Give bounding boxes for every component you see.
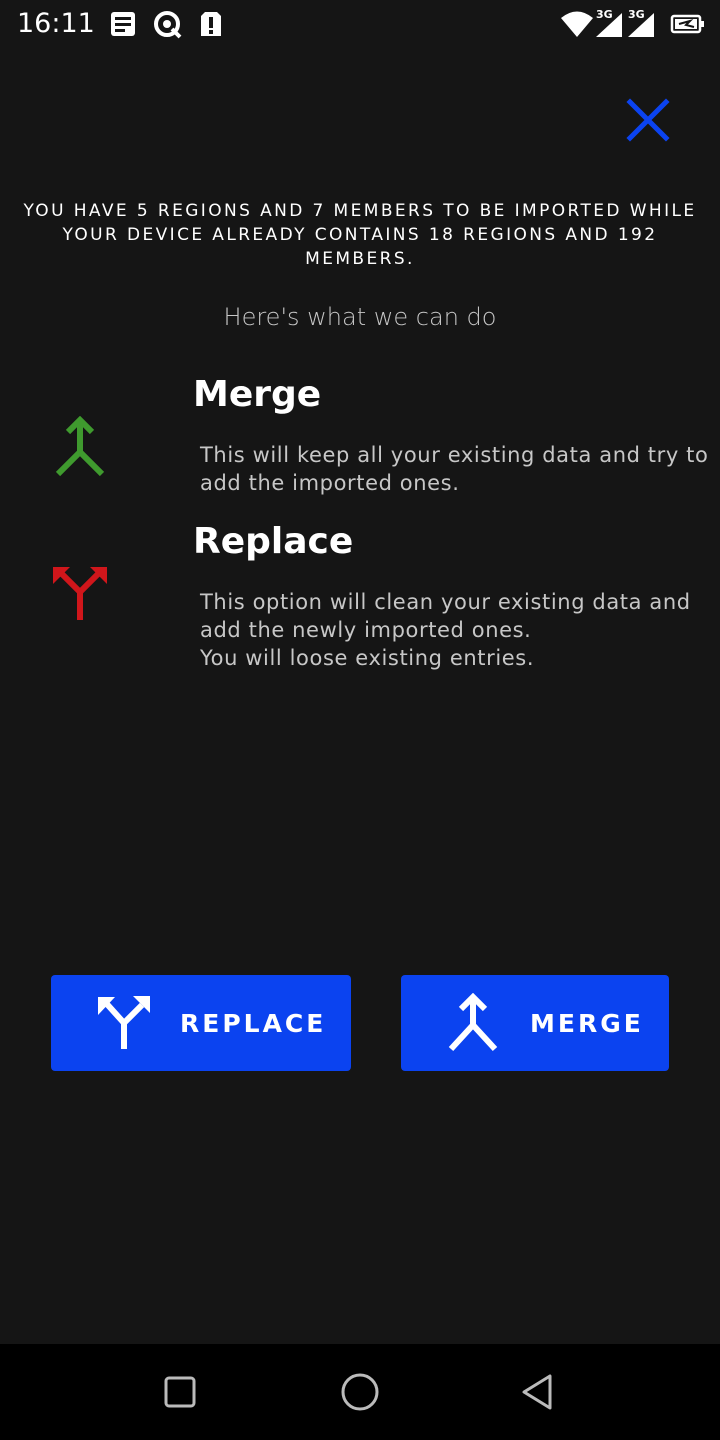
merge-description: This will keep all your existing data an… — [200, 443, 709, 495]
merge-icon — [55, 416, 105, 477]
split-icon — [53, 567, 107, 620]
alert-icon — [201, 12, 221, 36]
replace-description: This option will clean your existing dat… — [200, 590, 691, 670]
merge-title: Merge — [193, 374, 322, 415]
split-icon — [98, 996, 150, 1049]
merge-button-label: MERGE — [530, 1009, 644, 1038]
replace-title: Replace — [193, 521, 354, 562]
status-time: 16:11 — [17, 8, 95, 39]
home-circle-icon[interactable] — [336, 1368, 384, 1416]
subtitle: Here's what we can do — [223, 303, 497, 331]
recents-square-icon[interactable] — [156, 1368, 204, 1416]
import-summary: YOU HAVE 5 REGIONS AND 7 MEMBERS TO BE I… — [23, 201, 697, 269]
battery-icon — [670, 14, 704, 34]
replace-button[interactable]: REPLACE — [51, 975, 351, 1071]
signal-3g-icon: 3G — [626, 8, 658, 39]
wifi-icon — [561, 11, 593, 37]
close-icon[interactable] — [618, 90, 678, 150]
merge-button[interactable]: MERGE — [401, 975, 669, 1071]
navigation-bar — [0, 1344, 720, 1440]
replace-button-label: REPLACE — [180, 1009, 327, 1038]
news-icon — [111, 12, 135, 36]
merge-icon — [448, 993, 498, 1052]
data-saver-icon — [154, 11, 182, 39]
status-bar: 16:11 3G 3G — [0, 0, 720, 50]
back-triangle-icon[interactable] — [514, 1368, 562, 1416]
signal-3g-icon: 3G — [594, 8, 626, 39]
